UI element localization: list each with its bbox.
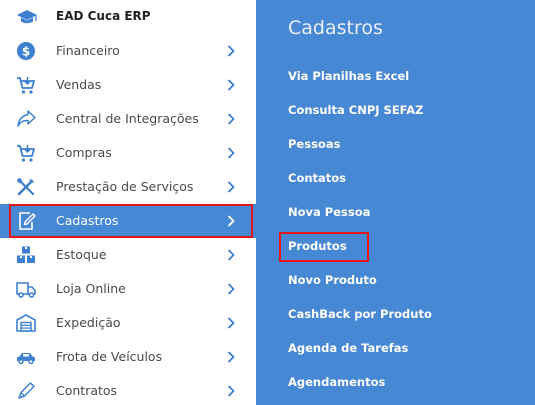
menu-item-label: Central de Integrações bbox=[56, 111, 199, 126]
brand-header[interactable]: EAD Cuca ERP bbox=[0, 0, 256, 34]
submenu-item-nova-pessoa[interactable]: Nova Pessoa bbox=[288, 205, 370, 225]
chevron-right-icon bbox=[227, 79, 235, 91]
menu-item-financeiro[interactable]: $ Financeiro bbox=[0, 34, 256, 68]
chevron-right-icon bbox=[227, 317, 235, 329]
dollar-icon: $ bbox=[17, 42, 35, 60]
menu-item-contratos[interactable]: Contratos bbox=[0, 374, 256, 405]
cart-download-icon bbox=[17, 145, 35, 162]
highlight-box-produtos bbox=[279, 232, 369, 262]
chevron-right-icon bbox=[227, 249, 235, 261]
submenu-item-novo-produto[interactable]: Novo Produto bbox=[288, 273, 377, 293]
boxes-icon bbox=[17, 246, 35, 263]
sidebar: EAD Cuca ERP $ Financeiro Vendas Central… bbox=[0, 0, 256, 405]
truck-icon bbox=[16, 282, 36, 298]
share-arrow-icon bbox=[17, 110, 36, 127]
menu-item-prestacao-de-servicos[interactable]: Prestação de Serviços bbox=[0, 170, 256, 204]
chevron-right-icon bbox=[227, 385, 235, 397]
submenu-panel: Cadastros Via Planilhas Excel Consulta C… bbox=[256, 0, 535, 405]
warehouse-icon bbox=[16, 314, 36, 332]
menu-item-label: Estoque bbox=[56, 247, 107, 262]
menu-item-label: Compras bbox=[56, 145, 112, 160]
submenu-item-contatos[interactable]: Contatos bbox=[288, 171, 346, 191]
submenu-item-pessoas[interactable]: Pessoas bbox=[288, 137, 340, 157]
car-icon bbox=[17, 353, 35, 365]
menu-item-label: Expedição bbox=[56, 315, 121, 330]
chevron-right-icon bbox=[227, 283, 235, 295]
menu-item-expedicao[interactable]: Expedição bbox=[0, 306, 256, 340]
chevron-right-icon bbox=[227, 45, 235, 57]
menu-item-label: Loja Online bbox=[56, 281, 126, 296]
svg-text:$: $ bbox=[22, 45, 30, 59]
menu-item-central-de-integracoes[interactable]: Central de Integrações bbox=[0, 102, 256, 136]
submenu-item-agendamentos[interactable]: Agendamentos bbox=[288, 375, 385, 395]
submenu-item-cashback-por-produto[interactable]: CashBack por Produto bbox=[288, 307, 432, 327]
chevron-right-icon bbox=[227, 351, 235, 363]
submenu-item-consulta-cnpj-sefaz[interactable]: Consulta CNPJ SEFAZ bbox=[288, 103, 423, 123]
menu-item-label: Financeiro bbox=[56, 43, 120, 58]
chevron-right-icon bbox=[227, 181, 235, 193]
pen-icon bbox=[18, 382, 35, 399]
submenu-title: Cadastros bbox=[288, 17, 383, 39]
menu-item-label: Prestação de Serviços bbox=[56, 179, 194, 194]
tools-icon bbox=[16, 177, 35, 196]
menu-item-loja-online[interactable]: Loja Online bbox=[0, 272, 256, 306]
menu-item-frota-de-veiculos[interactable]: Frota de Veículos bbox=[0, 340, 256, 374]
menu-item-label: Contratos bbox=[56, 383, 118, 398]
chevron-right-icon bbox=[227, 147, 235, 159]
menu-item-label: Vendas bbox=[56, 77, 102, 92]
menu-item-label: Frota de Veículos bbox=[56, 349, 163, 364]
chevron-right-icon bbox=[227, 113, 235, 125]
highlight-box-cadastros bbox=[9, 204, 253, 238]
cart-icon bbox=[17, 77, 35, 94]
submenu-item-agenda-de-tarefas[interactable]: Agenda de Tarefas bbox=[288, 341, 408, 361]
menu-item-vendas[interactable]: Vendas bbox=[0, 68, 256, 102]
menu-item-compras[interactable]: Compras bbox=[0, 136, 256, 170]
submenu-item-via-planilhas-excel[interactable]: Via Planilhas Excel bbox=[288, 69, 409, 89]
menu-item-estoque[interactable]: Estoque bbox=[0, 238, 256, 272]
graduation-cap-icon bbox=[17, 10, 37, 24]
brand-title: EAD Cuca ERP bbox=[56, 9, 151, 23]
